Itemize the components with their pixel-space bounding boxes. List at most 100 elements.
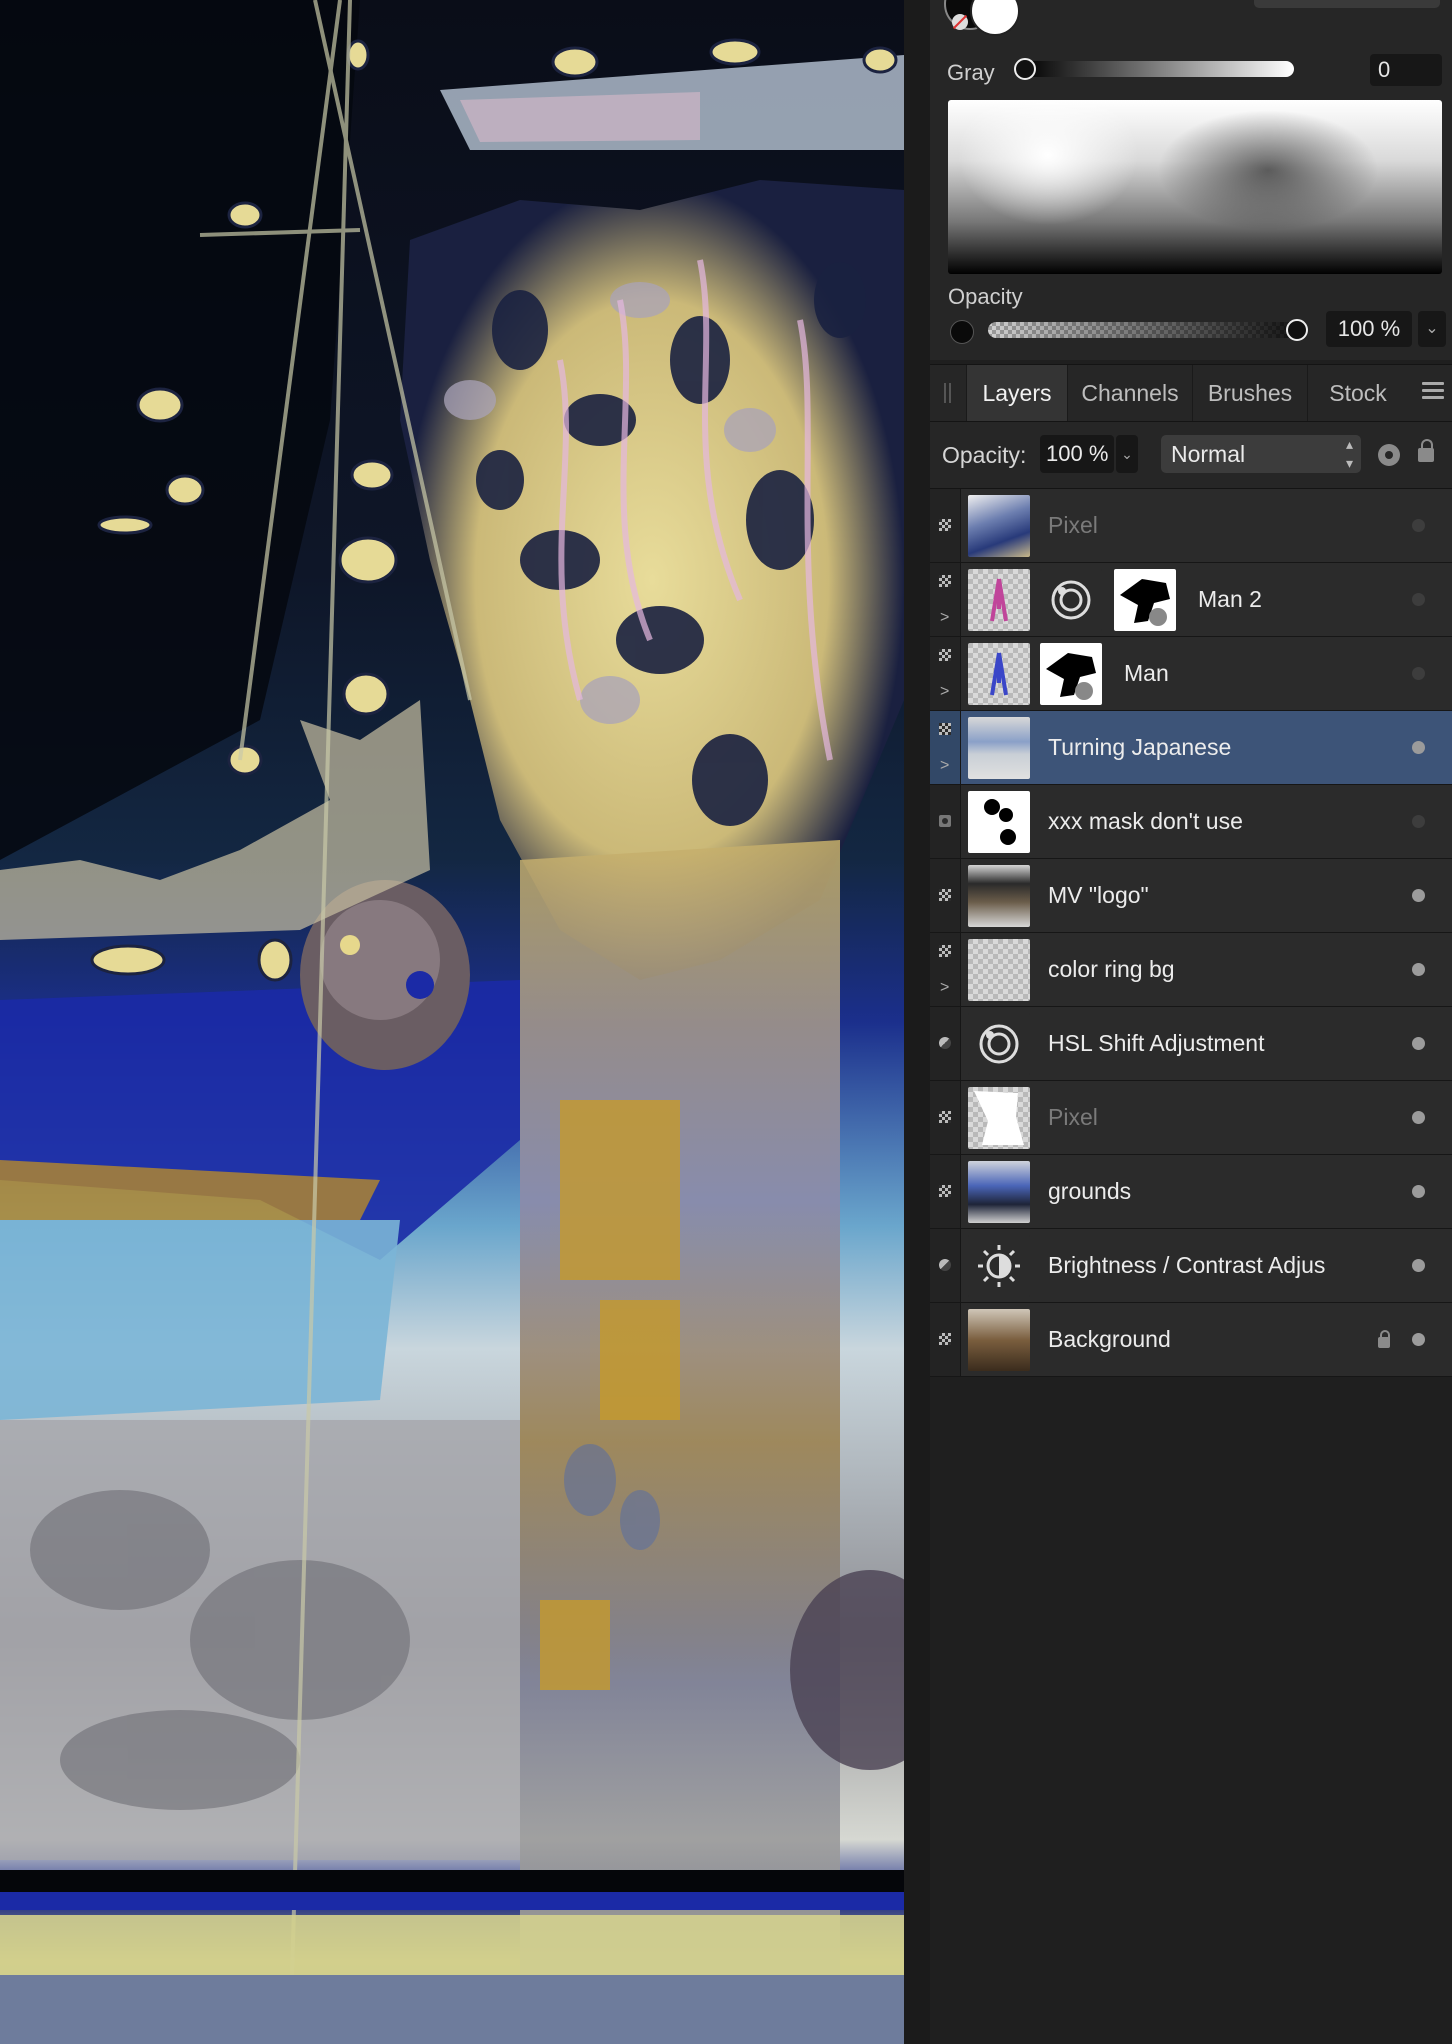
pixel-layer-icon bbox=[939, 1111, 951, 1123]
layer-name[interactable]: Turning Japanese bbox=[1048, 711, 1362, 784]
layer-opacity-label: Opacity: bbox=[942, 442, 1027, 468]
layer-row[interactable]: > color ring bg bbox=[930, 933, 1452, 1007]
layer-name[interactable]: Man 2 bbox=[1198, 563, 1362, 636]
pixel-layer-icon bbox=[939, 649, 951, 661]
adjustment-layer-icon bbox=[939, 1259, 951, 1271]
blend-mode-select[interactable]: Normal ▴ ▾ bbox=[1161, 435, 1361, 473]
mask-thumbnail[interactable] bbox=[1114, 569, 1176, 631]
layer-row[interactable]: Background bbox=[930, 1303, 1452, 1377]
updown-chevron-icon: ▴ ▾ bbox=[1345, 436, 1353, 471]
layer-opacity-dropdown-button[interactable]: ⌄ bbox=[1116, 435, 1138, 473]
gray-picker-box[interactable] bbox=[948, 100, 1442, 274]
mask-thumbnail[interactable] bbox=[1040, 643, 1102, 705]
color-mode-dropdown[interactable] bbox=[1254, 0, 1440, 8]
pixel-layer-icon bbox=[939, 945, 951, 957]
studio-panel: Gray 0 Opacity 100 % ⌄ Layers Channels B… bbox=[930, 0, 1452, 2044]
layer-name[interactable]: MV "logo" bbox=[1048, 859, 1362, 932]
layer-row[interactable]: Pixel bbox=[930, 489, 1452, 563]
expand-chevron-icon[interactable]: > bbox=[940, 757, 949, 775]
pixel-layer-icon bbox=[939, 1185, 951, 1197]
layer-name[interactable]: Pixel bbox=[1048, 1081, 1362, 1154]
lock-icon[interactable] bbox=[1418, 439, 1434, 462]
layer-thumbnail bbox=[968, 939, 1030, 1001]
gray-slider[interactable] bbox=[1022, 61, 1294, 77]
layer-row[interactable]: Brightness / Contrast Adjus bbox=[930, 1229, 1452, 1303]
layer-thumbnail bbox=[968, 865, 1030, 927]
gear-icon[interactable] bbox=[1378, 444, 1400, 466]
layer-thumbnail bbox=[968, 1161, 1030, 1223]
document-canvas[interactable] bbox=[0, 0, 904, 2044]
visibility-dot-icon[interactable] bbox=[1412, 1259, 1425, 1272]
mask-layer-icon bbox=[939, 815, 951, 827]
layer-thumbnail bbox=[968, 569, 1030, 631]
panel-grip-icon[interactable] bbox=[944, 383, 952, 403]
layer-thumbnail bbox=[968, 643, 1030, 705]
canvas-scroll-gutter bbox=[904, 0, 931, 2044]
layer-thumbnail bbox=[968, 1309, 1030, 1371]
layer-row[interactable]: grounds bbox=[930, 1155, 1452, 1229]
pixel-layer-icon bbox=[939, 1333, 951, 1345]
adjustment-layer-icon bbox=[939, 1037, 951, 1049]
pixel-layer-icon bbox=[939, 723, 951, 735]
layer-name[interactable]: HSL Shift Adjustment bbox=[1048, 1007, 1362, 1080]
layer-row[interactable]: HSL Shift Adjustment bbox=[930, 1007, 1452, 1081]
visibility-dot-icon[interactable] bbox=[1412, 519, 1425, 532]
layer-name[interactable]: Man bbox=[1124, 637, 1362, 710]
layer-thumbnail bbox=[968, 717, 1030, 779]
expand-chevron-icon[interactable]: > bbox=[940, 979, 949, 997]
layer-row[interactable]: > Man 2 bbox=[930, 563, 1452, 637]
layer-opacity-field[interactable]: 100 % bbox=[1040, 435, 1114, 473]
color-opacity-field[interactable]: 100 % bbox=[1326, 311, 1412, 347]
color-opacity-slider-knob[interactable] bbox=[1286, 319, 1308, 341]
visibility-dot-icon[interactable] bbox=[1412, 593, 1425, 606]
layer-name[interactable]: grounds bbox=[1048, 1155, 1362, 1228]
visibility-dot-icon[interactable] bbox=[1412, 1333, 1425, 1346]
layer-row[interactable]: Pixel bbox=[930, 1081, 1452, 1155]
studio-tab-bar: Layers Channels Brushes Stock bbox=[930, 364, 1452, 422]
tab-stock[interactable]: Stock bbox=[1307, 365, 1408, 421]
visibility-dot-icon[interactable] bbox=[1412, 1037, 1425, 1050]
canvas-artwork bbox=[0, 0, 904, 2044]
layer-row[interactable]: > Turning Japanese bbox=[930, 711, 1452, 785]
color-opacity-dropdown-button[interactable]: ⌄ bbox=[1418, 311, 1446, 347]
layer-toolbar: Opacity: 100 % ⌄ Normal ▴ ▾ bbox=[930, 422, 1452, 489]
no-color-icon[interactable] bbox=[952, 14, 968, 30]
visibility-dot-icon[interactable] bbox=[1412, 963, 1425, 976]
layer-name[interactable]: color ring bg bbox=[1048, 933, 1362, 1006]
pixel-layer-icon bbox=[939, 889, 951, 901]
gray-value-field[interactable]: 0 bbox=[1370, 54, 1442, 86]
layer-thumbnail bbox=[968, 1087, 1030, 1149]
layer-name[interactable]: Brightness / Contrast Adjus bbox=[1048, 1229, 1362, 1302]
gray-slider-knob[interactable] bbox=[1014, 58, 1036, 80]
visibility-dot-icon[interactable] bbox=[1412, 667, 1425, 680]
tab-channels[interactable]: Channels bbox=[1067, 365, 1192, 421]
expand-chevron-icon[interactable]: > bbox=[940, 609, 949, 627]
color-panel: Gray 0 Opacity 100 % ⌄ bbox=[930, 0, 1452, 360]
layer-row[interactable]: > Man bbox=[930, 637, 1452, 711]
layer-row[interactable]: MV "logo" bbox=[930, 859, 1452, 933]
layer-name[interactable]: xxx mask don't use bbox=[1048, 785, 1362, 858]
visibility-dot-icon[interactable] bbox=[1412, 1111, 1425, 1124]
layer-row[interactable]: xxx mask don't use bbox=[930, 785, 1452, 859]
opacity-color-dot bbox=[950, 320, 974, 344]
secondary-color-swatch[interactable] bbox=[970, 0, 1020, 36]
expand-chevron-icon[interactable]: > bbox=[940, 683, 949, 701]
visibility-dot-icon[interactable] bbox=[1412, 815, 1425, 828]
visibility-dot-icon[interactable] bbox=[1412, 741, 1425, 754]
pixel-layer-icon bbox=[939, 519, 951, 531]
hsl-shift-icon bbox=[1040, 569, 1102, 631]
layer-name[interactable]: Pixel bbox=[1048, 489, 1362, 562]
color-opacity-label: Opacity bbox=[948, 284, 1023, 309]
color-opacity-slider[interactable] bbox=[988, 322, 1298, 338]
tab-brushes[interactable]: Brushes bbox=[1192, 365, 1307, 421]
visibility-dot-icon[interactable] bbox=[1412, 889, 1425, 902]
hsl-shift-icon bbox=[968, 1013, 1030, 1075]
visibility-dot-icon[interactable] bbox=[1412, 1185, 1425, 1198]
pixel-layer-icon bbox=[939, 575, 951, 587]
panel-menu-icon[interactable] bbox=[1422, 382, 1444, 404]
blend-mode-value: Normal bbox=[1171, 441, 1246, 467]
tab-layers[interactable]: Layers bbox=[966, 365, 1067, 421]
layer-name[interactable]: Background bbox=[1048, 1303, 1362, 1376]
layer-lock-icon[interactable] bbox=[1378, 1330, 1390, 1348]
layers-list: Pixel > Man 2 > Man > Turning Japanese xxx mask… bbox=[930, 489, 1452, 1377]
